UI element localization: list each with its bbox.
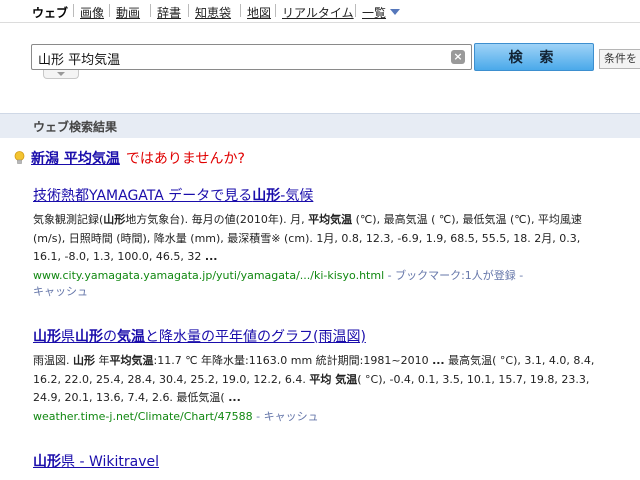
results-header-band: ウェブ検索結果 [0,113,640,138]
result-snippet: 気象観測記録(山形地方気象台). 毎月の値(2010年). 月, 平均気温 (℃… [33,213,582,263]
search-button[interactable]: 検 索 [474,43,594,71]
nav-tab-realtime[interactable]: リアルタイム [282,4,354,21]
nav-tab-video[interactable]: 動画 [116,4,140,21]
result-url-line: www.city.yamagata.yamagata.jp/yuti/yamag… [33,268,603,300]
nav-tab-chiebukuro[interactable]: 知恵袋 [195,4,231,21]
did-you-mean-text: ではありませんか? [125,151,245,167]
nav-divider [355,4,356,17]
search-input[interactable] [38,49,438,67]
search-conditions-button[interactable]: 条件を [599,49,640,69]
nav-divider [73,4,74,17]
result-separator: - [252,409,264,423]
did-you-mean-link[interactable]: 新潟 平均気温 [31,151,120,167]
cache-link[interactable]: キャッシュ [33,285,88,298]
nav-divider [188,4,189,17]
suggestion-toggle[interactable] [43,70,79,79]
search-box[interactable]: × [31,44,472,70]
result-title-link[interactable]: 山形県山形の気温と降水量の平年値のグラフ(雨温図) [33,326,603,346]
result-url[interactable]: www.city.yamagata.yamagata.jp/yuti/yamag… [33,269,384,282]
nav-tab-dictionary[interactable]: 辞書 [157,4,181,21]
nav-tab-list[interactable]: 一覧 [362,4,386,21]
nav-divider [109,4,110,17]
results-heading: ウェブ検索結果 [33,120,118,134]
did-you-mean: 新潟 平均気温 ではありませんか? [14,148,245,168]
result-bookmark-info[interactable]: - ブックマーク:1人が登録 - [384,269,524,282]
nav-divider [275,4,276,17]
cache-link[interactable]: キャッシュ [264,410,319,423]
nav-tab-images[interactable]: 画像 [80,4,104,21]
nav-tab-maps[interactable]: 地図 [247,4,271,21]
result-url[interactable]: weather.time-j.net/Climate/Chart/47588 [33,410,253,423]
result-title-link[interactable]: 山形県 - Wikitravel [33,451,603,471]
nav-divider [150,4,151,17]
nav-divider [240,4,241,17]
result-title-link[interactable]: 技術熱都YAMAGATA データで見る山形-気候 [33,185,603,205]
result-snippet: 雨温図. 山形 年平均気温:11.7 ℃ 年降水量:1163.0 mm 統計期間… [33,354,595,404]
chevron-down-icon[interactable] [390,9,400,15]
search-result: 山形県山形の気温と降水量の平年値のグラフ(雨温図) 雨温図. 山形 年平均気温:… [33,326,603,425]
lightbulb-icon [14,151,25,164]
search-result: 技術熱都YAMAGATA データで見る山形-気候 気象観測記録(山形地方気象台)… [33,185,603,300]
result-url-line: weather.time-j.net/Climate/Chart/47588 -… [33,409,603,425]
clear-icon[interactable]: × [451,50,465,64]
nav-tab-web[interactable]: ウェブ [32,4,68,21]
search-result: 山形県 - Wikitravel [33,451,603,471]
top-navigation: ウェブ 画像 動画 辞書 知恵袋 地図 リアルタイム 一覧 [0,0,640,23]
